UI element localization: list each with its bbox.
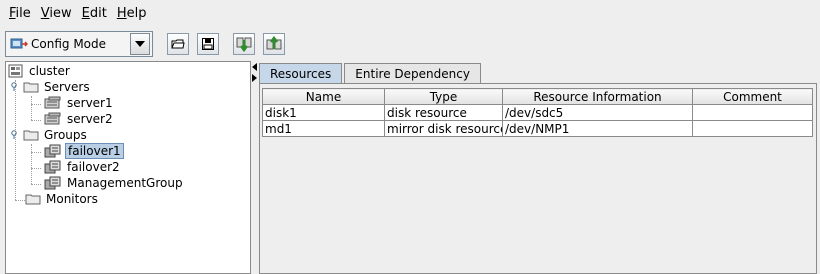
cell-type: mirror disk resource <box>384 120 503 137</box>
tree-label: server1 <box>67 96 113 110</box>
column-header-name[interactable]: Name <box>262 88 385 105</box>
tree-node-server2[interactable]: server2 <box>44 111 115 127</box>
mode-select-value: Config Mode <box>31 37 107 51</box>
tree-node-monitors[interactable]: Monitors <box>25 191 100 207</box>
tree-label: ManagementGroup <box>67 176 183 190</box>
table-row[interactable]: md1 mirror disk resource /dev/NMP1 <box>262 120 813 137</box>
column-header-type[interactable]: Type <box>384 88 503 105</box>
cell-comment <box>692 120 813 137</box>
cell-type: disk resource <box>384 104 503 121</box>
folder-icon <box>23 130 39 141</box>
server-icon <box>44 112 61 125</box>
tree-node-failover2[interactable]: failover2 <box>44 159 122 175</box>
toolbar: Config Mode <box>0 27 820 61</box>
folder-icon <box>25 194 41 205</box>
tab-bar: Resources Entire Dependency <box>259 63 483 84</box>
cell-resource-information: /dev/NMP1 <box>502 120 693 137</box>
tree-node-cluster[interactable]: cluster <box>8 63 72 79</box>
table-row[interactable]: disk1 disk resource /dev/sdc5 <box>262 104 813 121</box>
tree-label: Monitors <box>46 192 98 206</box>
expand-toggle-icon[interactable] <box>9 130 19 140</box>
panel-splitter[interactable] <box>251 61 259 274</box>
collapse-right-icon[interactable] <box>252 74 258 82</box>
open-button[interactable] <box>167 33 189 55</box>
group-icon <box>44 144 61 158</box>
menu-edit[interactable]: Edit <box>77 6 112 21</box>
tree-label: Servers <box>44 80 90 94</box>
cell-name: disk1 <box>262 104 385 121</box>
config-mode-icon <box>10 38 28 49</box>
menu-help[interactable]: Help <box>112 6 152 21</box>
tab-resources[interactable]: Resources <box>259 63 343 84</box>
download-button[interactable] <box>233 33 255 55</box>
menu-bar: File View Edit Help <box>0 0 820 27</box>
tree-node-groups[interactable]: Groups <box>9 127 89 143</box>
tree-node-failover1[interactable]: failover1 <box>44 143 124 159</box>
menu-view[interactable]: View <box>36 6 77 21</box>
tree-label: server2 <box>67 112 113 126</box>
tab-content: Name Type Resource Information Comment d… <box>259 83 817 274</box>
folder-icon <box>23 82 39 93</box>
tree-node-management-group[interactable]: ManagementGroup <box>44 175 185 191</box>
save-icon <box>202 38 214 50</box>
column-header-resource-information[interactable]: Resource Information <box>502 88 693 105</box>
cell-resource-information: /dev/sdc5 <box>502 104 693 121</box>
cell-name: md1 <box>262 120 385 137</box>
cluster-tree[interactable]: cluster Servers server1 server2 Groups f… <box>5 61 251 274</box>
expand-toggle-icon[interactable] <box>9 82 19 92</box>
tree-label: failover2 <box>67 160 120 174</box>
tree-label: cluster <box>29 64 70 78</box>
tree-node-servers[interactable]: Servers <box>9 79 92 95</box>
server-icon <box>44 96 61 109</box>
collapse-left-icon[interactable] <box>252 63 258 71</box>
tree-node-server1[interactable]: server1 <box>44 95 115 111</box>
download-icon <box>236 37 252 52</box>
detail-panel: Resources Entire Dependency Name Type Re… <box>259 61 820 274</box>
resources-table[interactable]: Name Type Resource Information Comment d… <box>262 88 813 137</box>
table-header-row: Name Type Resource Information Comment <box>262 88 813 105</box>
save-button[interactable] <box>197 33 219 55</box>
tree-label-selected: failover1 <box>65 143 124 159</box>
tab-entire-dependency[interactable]: Entire Dependency <box>344 63 481 83</box>
cluster-icon <box>8 64 23 78</box>
chevron-down-icon <box>135 41 145 47</box>
mode-dropdown-button[interactable] <box>130 33 150 55</box>
tree-label: Groups <box>44 128 87 142</box>
group-icon <box>44 176 61 190</box>
column-header-comment[interactable]: Comment <box>692 88 813 105</box>
cell-comment <box>692 104 813 121</box>
upload-icon <box>266 36 282 50</box>
upload-button[interactable] <box>263 33 285 55</box>
mode-select[interactable]: Config Mode <box>5 31 153 57</box>
menu-file[interactable]: File <box>4 6 36 21</box>
group-icon <box>44 160 61 174</box>
open-folder-icon <box>171 39 185 49</box>
